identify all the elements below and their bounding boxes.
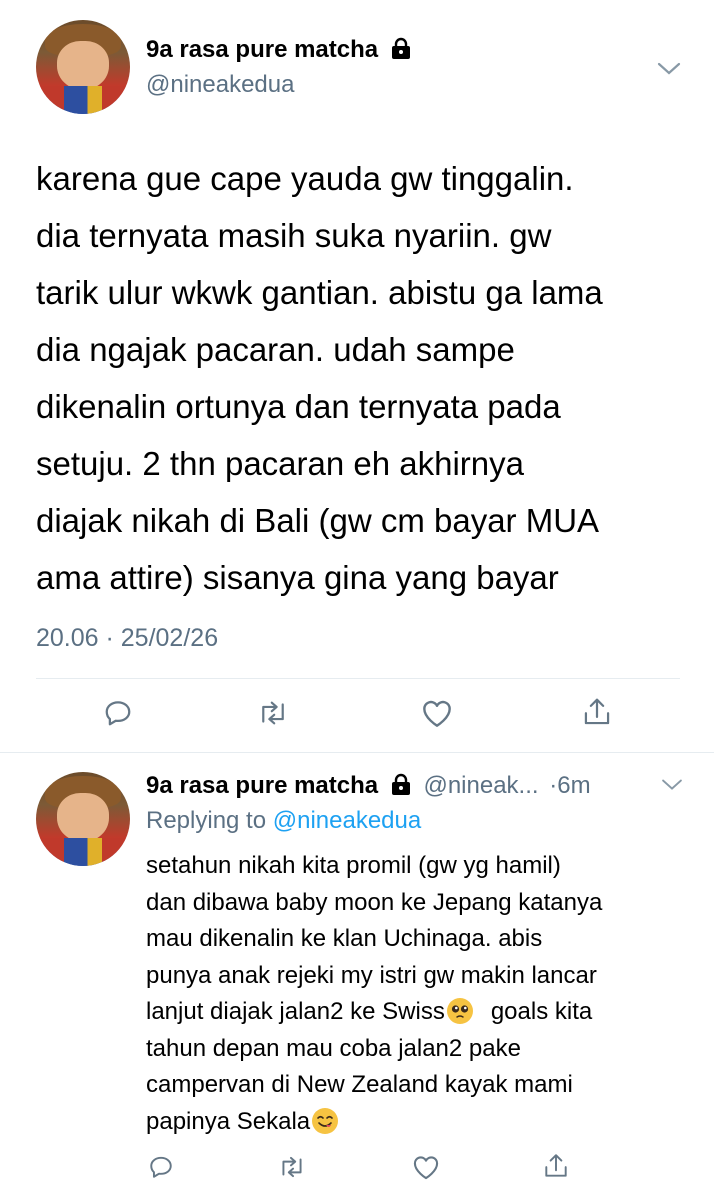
reply-line-part: papinya Sekala xyxy=(146,1107,311,1135)
handle[interactable]: @nineak... xyxy=(423,772,538,799)
chevron-down-icon[interactable] xyxy=(660,777,684,793)
tweet-line: tarik ulur wkwk gantian. abistu ga lama xyxy=(36,274,603,311)
replying-to: Replying to @nineakedua xyxy=(146,807,421,835)
pleading-face-emoji xyxy=(446,998,473,1024)
reply-icon[interactable] xyxy=(103,698,133,728)
tweet-line: setuju. 2 thn pacaran eh akhirnya xyxy=(36,445,524,482)
tweet-text: karena gue cape yauda gw tinggalin. dia … xyxy=(36,150,603,606)
share-icon[interactable] xyxy=(582,696,612,728)
retweet-icon[interactable] xyxy=(256,698,290,728)
yum-face-emoji xyxy=(312,1107,339,1134)
timestamp-divider xyxy=(36,678,680,679)
replying-to-handle[interactable]: @nineakedua xyxy=(273,807,421,834)
reply-line: dan dibawa baby moon ke Jepang katanya xyxy=(146,888,603,916)
share-icon[interactable] xyxy=(543,1152,569,1180)
replying-to-label: Replying to xyxy=(146,807,267,834)
reply-line-part: goals kita xyxy=(490,998,593,1025)
reply-line: campervan di New Zealand kayak mami xyxy=(146,1071,573,1098)
reply-line: mau dikenalin ke klan Uchinaga. abis xyxy=(146,925,543,952)
lock-icon xyxy=(391,37,411,59)
retweet-icon[interactable] xyxy=(277,1154,307,1180)
reply-line: setahun nikah kita promil (gw yg hamil) xyxy=(146,852,561,879)
reply-line-part: lanjut diajak jalan2 ke Swiss xyxy=(146,998,445,1025)
tweet-line: karena gue cape yauda gw tinggalin. xyxy=(36,160,574,197)
handle[interactable]: @nineakedua xyxy=(146,71,294,99)
tweet-line: diajak nikah di Bali (gw cm bayar MUA xyxy=(36,502,600,539)
tweet-line: dikenalin ortunya dan ternyata pada xyxy=(36,388,561,425)
tweet-line: dia ternyata masih suka nyariin. gw xyxy=(36,217,552,254)
relative-time[interactable]: ·6m xyxy=(549,772,590,799)
chevron-down-icon[interactable] xyxy=(656,60,682,78)
reply-line: tahun depan mau coba jalan2 pake xyxy=(146,1034,521,1062)
tweet-line: ama attire) sisanya gina yang bayar xyxy=(36,559,559,596)
reply-line: lanjut diajak jalan2 ke Swiss goals kita xyxy=(146,994,602,1031)
reply-text: setahun nikah kita promil (gw yg hamil) … xyxy=(146,848,602,1140)
display-name[interactable]: 9a rasa pure matcha xyxy=(146,772,378,799)
tweet-line: dia ngajak pacaran. udah sampe xyxy=(36,331,515,368)
display-name[interactable]: 9a rasa pure matcha xyxy=(146,36,378,63)
like-icon[interactable] xyxy=(412,1154,440,1180)
lock-icon xyxy=(391,773,411,795)
tweet-divider xyxy=(0,752,714,753)
avatar[interactable] xyxy=(36,20,130,114)
like-icon[interactable] xyxy=(421,698,453,728)
reply-line: punya anak rejeki my istri gw makin lanc… xyxy=(146,961,597,989)
reply-icon[interactable] xyxy=(148,1154,174,1180)
timestamp[interactable]: 20.06 · 25/02/26 xyxy=(36,624,218,653)
reply-line: papinya Sekala xyxy=(146,1104,602,1141)
avatar[interactable] xyxy=(36,772,130,866)
